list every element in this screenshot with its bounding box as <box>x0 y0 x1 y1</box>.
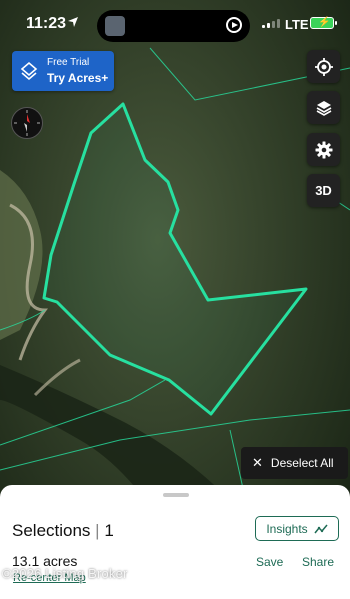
gear-icon <box>315 141 332 158</box>
selections-sheet[interactable]: Selections | 1 Insights 13.1 acres Save … <box>0 485 350 599</box>
location-arrow-icon <box>68 17 78 27</box>
close-icon: ✕ <box>252 455 263 470</box>
signal-strength-icon <box>262 19 280 28</box>
3d-toggle-button[interactable]: 3D <box>307 174 340 207</box>
compass-icon <box>14 110 40 136</box>
save-button[interactable]: Save <box>256 555 283 569</box>
deselect-all-button[interactable]: ✕ Deselect All <box>241 447 348 479</box>
selection-count: 1 <box>104 521 114 540</box>
compass-button[interactable] <box>11 107 43 139</box>
share-button[interactable]: Share <box>302 555 334 569</box>
trial-cta: Try Acres+ <box>47 71 109 85</box>
deselect-label: Deselect All <box>270 456 334 470</box>
my-location-button[interactable] <box>307 50 340 83</box>
layers-icon <box>316 100 331 116</box>
dynamic-island[interactable] <box>97 10 250 42</box>
battery-icon: ⚡ <box>310 17 337 29</box>
media-thumbnail <box>105 16 125 36</box>
carrier-label: LTE <box>285 17 309 32</box>
selections-label: Selections <box>12 521 91 540</box>
insights-button[interactable]: Insights <box>255 516 339 541</box>
play-icon[interactable] <box>226 17 242 33</box>
sheet-drag-handle[interactable] <box>163 493 189 497</box>
clock-time: 11:23 <box>26 15 67 32</box>
insights-label: Insights <box>266 521 308 536</box>
watermark: ©2026 Listing Broker <box>2 566 128 581</box>
trial-label: Free Trial <box>47 57 90 68</box>
layers-tag-icon <box>20 61 38 81</box>
status-bar: 11:23 LTE ⚡ <box>0 0 350 46</box>
trend-chart-icon <box>314 524 328 533</box>
free-trial-button[interactable]: Free Trial Try Acres+ <box>12 51 114 91</box>
charging-bolt-icon: ⚡ <box>318 17 331 28</box>
layers-button[interactable] <box>307 91 340 124</box>
crosshair-icon <box>314 57 333 76</box>
title-divider: | <box>95 521 100 540</box>
selections-title: Selections | 1 <box>12 521 114 541</box>
settings-button[interactable] <box>307 133 340 166</box>
